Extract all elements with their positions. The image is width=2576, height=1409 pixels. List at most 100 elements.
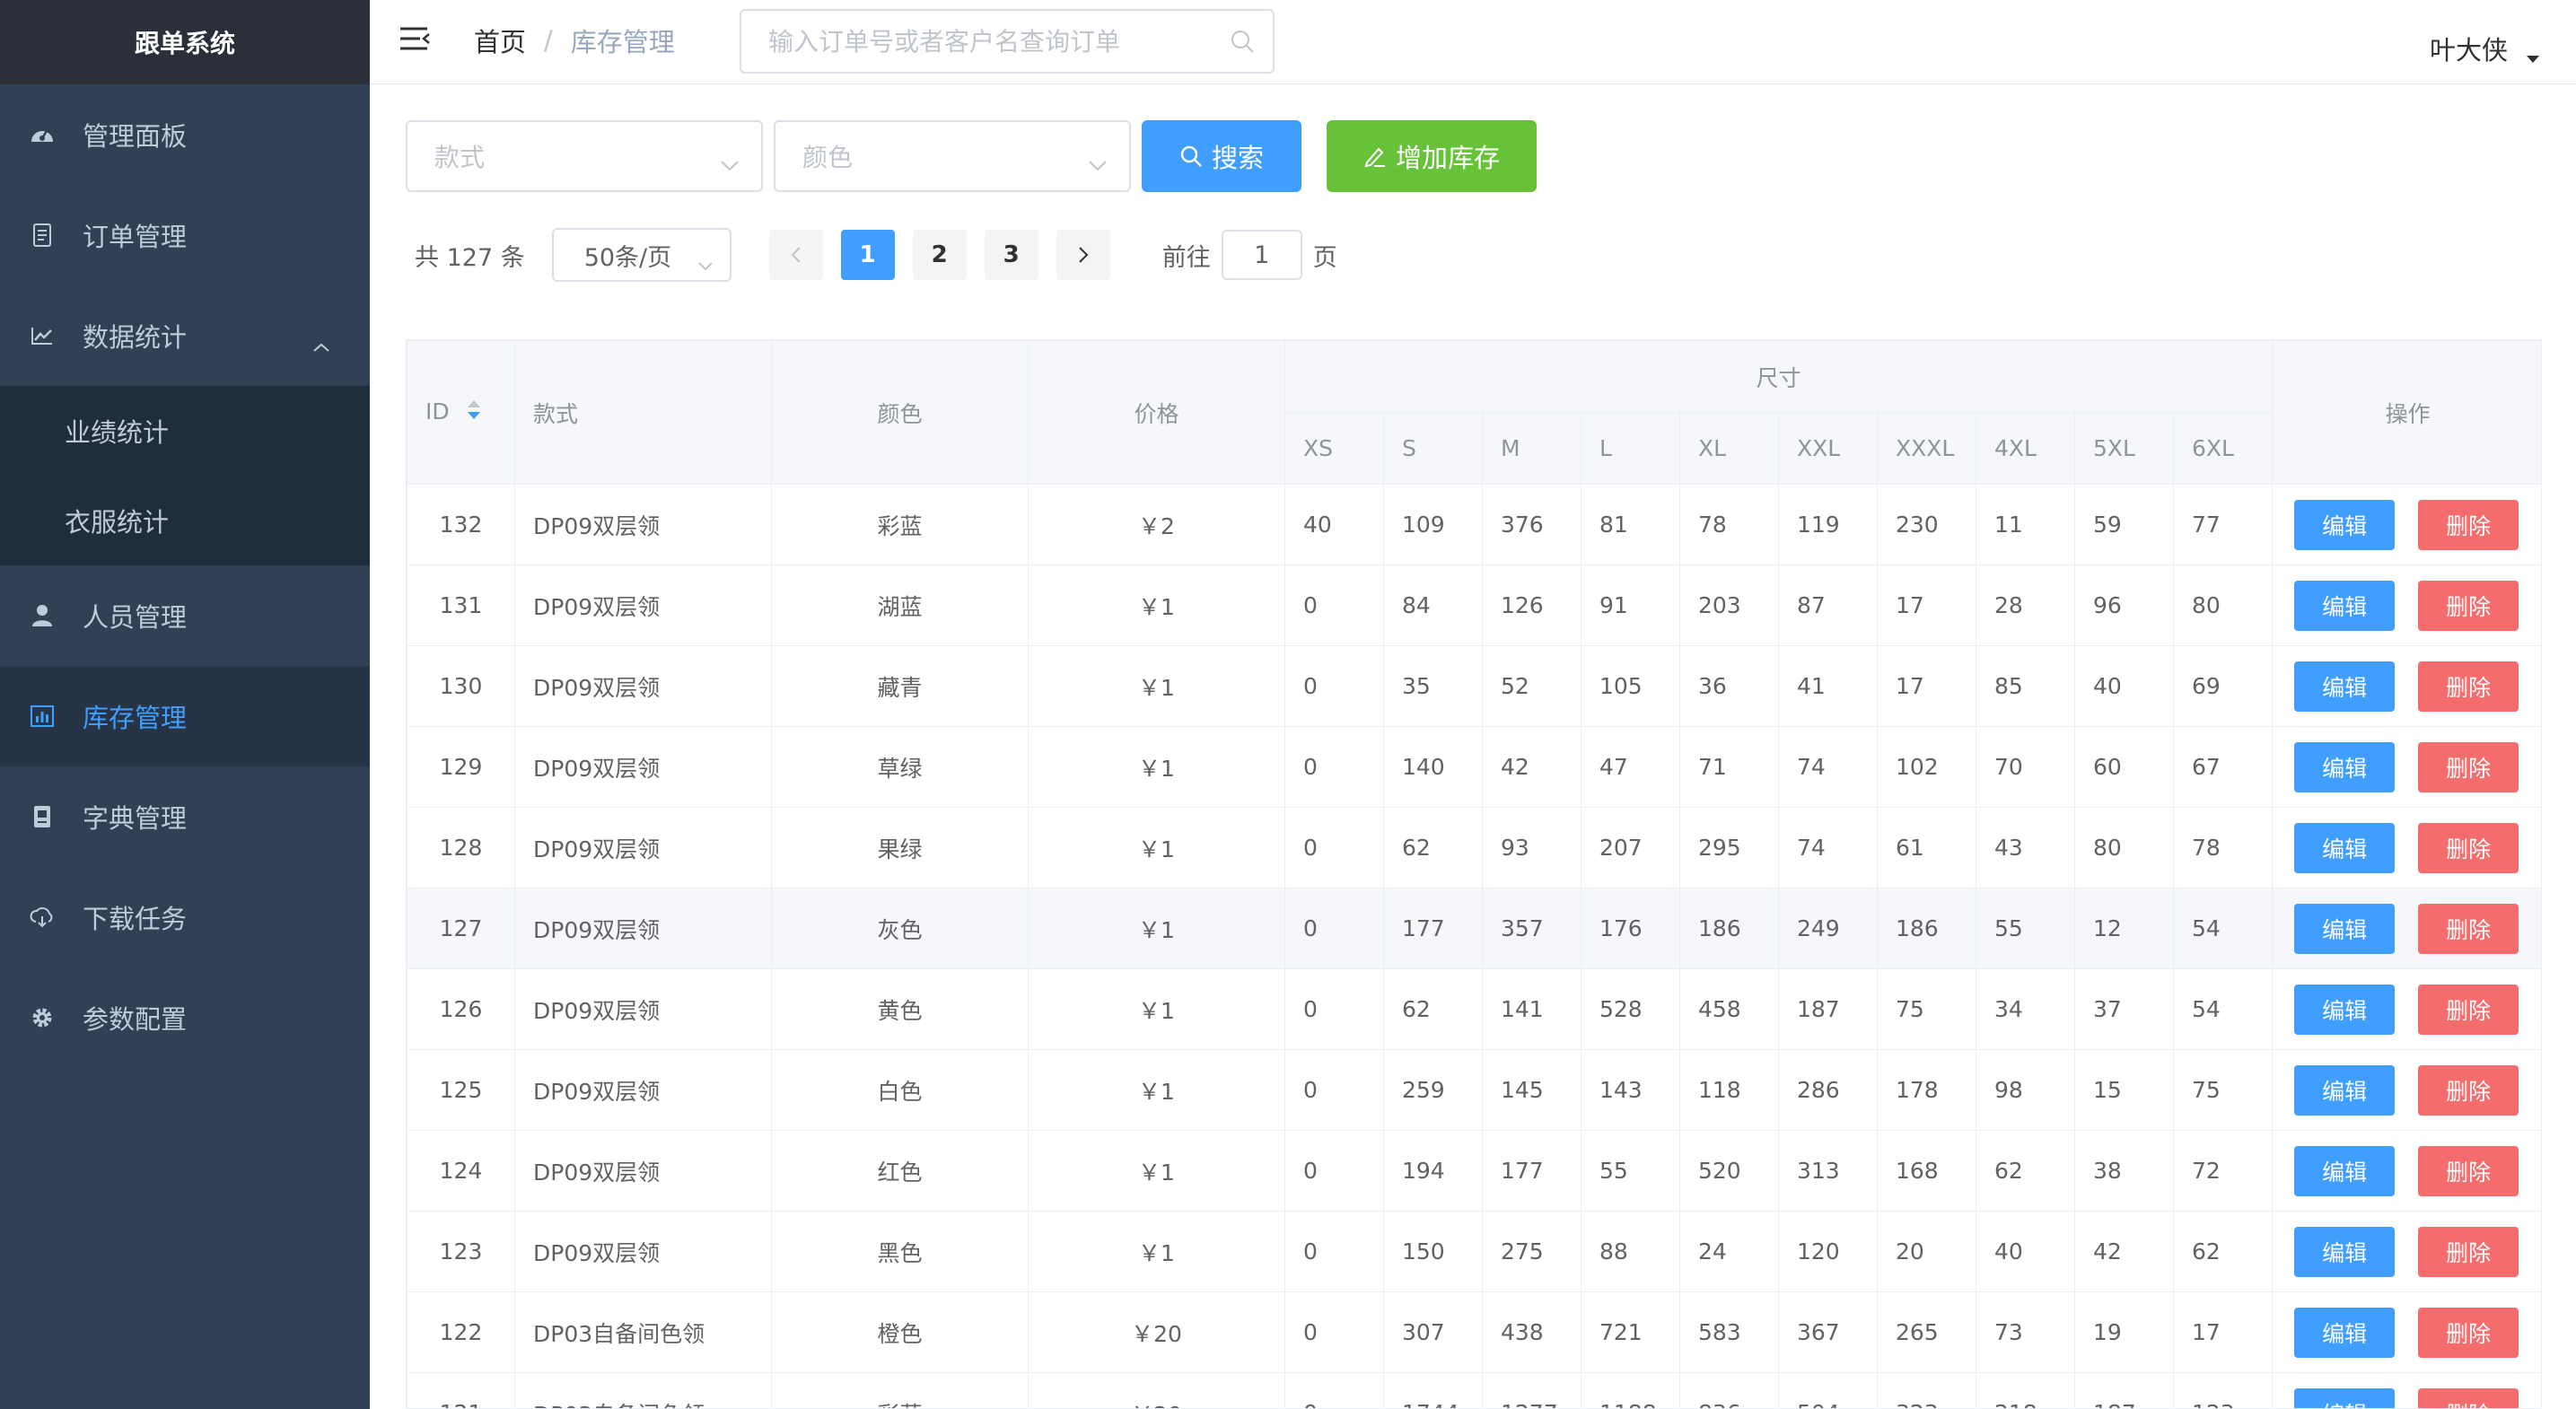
- cell-style: DP09双层领: [514, 888, 772, 969]
- delete-button[interactable]: 删除: [2418, 580, 2519, 631]
- chevron-down-icon: [1088, 149, 1108, 179]
- edit-button[interactable]: 编辑: [2294, 741, 2396, 792]
- page-size-select[interactable]: 50条/页: [551, 228, 732, 282]
- cell-color: 白色: [771, 1049, 1029, 1131]
- page-size-value: 50条/页: [583, 243, 672, 272]
- cell-quantity: 96: [2074, 564, 2174, 646]
- sidebar-subitem-performance[interactable]: 业绩统计: [0, 386, 370, 476]
- cell-quantity: 265: [1877, 1291, 1976, 1373]
- cell-quantity: 187: [1778, 968, 1878, 1050]
- cell-quantity: 140: [1383, 726, 1483, 808]
- cell-quantity: 203: [1679, 564, 1779, 646]
- cell-quantity: 42: [1482, 726, 1582, 808]
- delete-button[interactable]: 删除: [2418, 984, 2519, 1035]
- column-header-size: 6XL: [2172, 412, 2274, 485]
- breadcrumb: 首页 / 库存管理: [474, 0, 675, 81]
- search-icon[interactable]: [1230, 29, 1257, 56]
- cell-quantity: 17: [1877, 564, 1976, 646]
- sidebar-item-orders[interactable]: 订单管理: [0, 185, 370, 285]
- sidebar-subitem-clothing[interactable]: 衣服统计: [0, 476, 370, 565]
- edit-button[interactable]: 编辑: [2294, 903, 2396, 954]
- table-row: 129 DP09双层领 草绿 ￥1 0 140 42 47 71 74 102 70 60 67 编辑 删除: [407, 726, 2541, 808]
- prev-page-button[interactable]: [768, 230, 823, 280]
- add-stock-button[interactable]: 增加库存: [1327, 120, 1537, 192]
- next-page-button[interactable]: [1056, 230, 1110, 280]
- edit-button[interactable]: 编辑: [2294, 1387, 2396, 1408]
- delete-button[interactable]: 删除: [2418, 741, 2519, 792]
- cell-quantity: 520: [1679, 1130, 1779, 1212]
- page-button-1[interactable]: 1: [840, 230, 895, 280]
- cell-ops: 编辑删除: [2272, 645, 2541, 727]
- user-menu[interactable]: 叶大侠: [2430, 0, 2540, 97]
- breadcrumb-home[interactable]: 首页: [474, 22, 526, 59]
- cell-quantity: 118: [1679, 1049, 1779, 1131]
- cell-quantity: 126: [1482, 564, 1582, 646]
- cell-quantity: 84: [1383, 564, 1483, 646]
- cell-quantity: 52: [1482, 645, 1582, 727]
- cell-quantity: 218: [1976, 1372, 2075, 1408]
- sidebar-item-label: 人员管理: [83, 602, 188, 633]
- delete-button[interactable]: 删除: [2418, 1064, 2519, 1116]
- delete-button[interactable]: 删除: [2418, 1145, 2519, 1196]
- cell-price: ￥20: [1028, 1291, 1285, 1373]
- sidebar-item-inventory[interactable]: 库存管理: [0, 666, 370, 766]
- delete-button[interactable]: 删除: [2418, 903, 2519, 954]
- hamburger-icon[interactable]: [399, 25, 433, 59]
- page-button-2[interactable]: 2: [912, 230, 967, 280]
- column-header-id[interactable]: ID: [407, 340, 515, 485]
- sidebar-item-downloads[interactable]: 下载任务: [0, 867, 370, 967]
- cell-id: 129: [407, 726, 515, 808]
- delete-button[interactable]: 删除: [2418, 661, 2519, 712]
- cell-color: 彩蓝: [771, 1372, 1029, 1408]
- cell-quantity: 295: [1679, 807, 1779, 888]
- cell-quantity: 38: [2074, 1130, 2174, 1212]
- order-search-input[interactable]: [741, 11, 1273, 72]
- cell-quantity: 109: [1383, 484, 1483, 565]
- cell-style: DP09双层领: [514, 726, 772, 808]
- column-header-id-label: ID: [425, 398, 450, 424]
- edit-button[interactable]: 编辑: [2294, 580, 2396, 631]
- goto-page-input[interactable]: 1: [1221, 230, 1302, 280]
- page-button-3[interactable]: 3: [984, 230, 1038, 280]
- delete-button[interactable]: 删除: [2418, 1307, 2519, 1358]
- edit-button[interactable]: 编辑: [2294, 1307, 2396, 1358]
- cell-style: DP09双层领: [514, 564, 772, 646]
- delete-button[interactable]: 删除: [2418, 1226, 2519, 1277]
- edit-button[interactable]: 编辑: [2294, 1064, 2396, 1116]
- sidebar-item-dashboard[interactable]: 管理面板: [0, 84, 370, 185]
- user-name: 叶大侠: [2429, 35, 2508, 66]
- sidebar-item-staff[interactable]: 人员管理: [0, 565, 370, 666]
- cell-quantity: 78: [1679, 484, 1779, 565]
- cell-quantity: 61: [1877, 807, 1976, 888]
- cell-color: 湖蓝: [771, 564, 1029, 646]
- cell-quantity: 54: [2172, 968, 2274, 1050]
- edit-button[interactable]: 编辑: [2294, 661, 2396, 712]
- chevron-left-icon: [791, 247, 801, 263]
- gear-icon: [29, 1004, 56, 1031]
- column-header-size: S: [1383, 412, 1483, 485]
- edit-button[interactable]: 编辑: [2294, 822, 2396, 873]
- table-row: 127 DP09双层领 灰色 ￥1 0 177 357 176 186 249 186 55 12 54 编…: [407, 888, 2541, 969]
- cloud-download-icon: [29, 904, 56, 931]
- edit-button[interactable]: 编辑: [2294, 499, 2396, 550]
- edit-button[interactable]: 编辑: [2294, 1226, 2396, 1277]
- edit-pencil-icon: [1363, 144, 1387, 168]
- sidebar-item-dictionary[interactable]: 字典管理: [0, 766, 370, 867]
- sidebar-item-settings[interactable]: 参数配置: [0, 967, 370, 1068]
- chevron-down-icon: [697, 250, 714, 278]
- delete-button[interactable]: 删除: [2418, 822, 2519, 873]
- edit-button[interactable]: 编辑: [2294, 1145, 2396, 1196]
- delete-button[interactable]: 删除: [2418, 499, 2519, 550]
- color-select[interactable]: 颜色: [774, 120, 1131, 192]
- sort-icon[interactable]: [466, 398, 482, 427]
- edit-button[interactable]: 编辑: [2294, 984, 2396, 1035]
- cell-quantity: 105: [1581, 645, 1680, 727]
- cell-quantity: 85: [1976, 645, 2075, 727]
- cell-price: ￥1: [1028, 968, 1285, 1050]
- sidebar-item-statistics[interactable]: 数据统计: [0, 285, 370, 386]
- style-select[interactable]: 款式: [406, 120, 763, 192]
- app-title: 跟单系统: [0, 0, 370, 84]
- delete-button[interactable]: 删除: [2418, 1387, 2519, 1408]
- cell-ops: 编辑删除: [2272, 888, 2541, 969]
- search-button[interactable]: 搜索: [1142, 120, 1301, 192]
